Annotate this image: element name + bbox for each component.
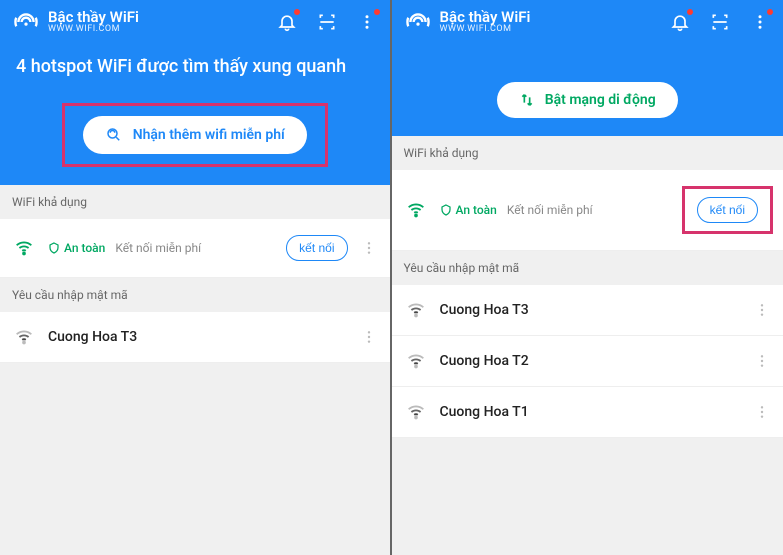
list-item[interactable]: Cuong Hoa T3 [392, 285, 783, 336]
list-item[interactable]: Cuong Hoa T1 [392, 387, 783, 438]
safe-badge: An toàn [440, 203, 497, 217]
cta-highlight: Nhận thêm wifi miễn phí [62, 103, 328, 167]
hero-button-wrap: Nhận thêm wifi miễn phí [12, 103, 378, 167]
connect-highlight: kết nối [682, 186, 773, 234]
header-top: Bậc thầy WiFi WWW.WIFI.COM [404, 8, 772, 36]
wifi-weak-icon [402, 299, 430, 321]
more-dot [374, 9, 380, 15]
wifi-name: Cuong Hoa T2 [440, 353, 742, 369]
section-available: WiFi khả dụng [0, 185, 390, 219]
scan-icon[interactable] [316, 11, 338, 33]
bell-icon[interactable] [669, 11, 691, 33]
app-header: Bậc thầy WiFi WWW.WIFI.COM 4 hotspot WiF… [0, 0, 390, 185]
more-icon[interactable] [749, 11, 771, 33]
section-needpw: Yêu cầu nhập mật mã [0, 278, 390, 312]
wifi-name: Cuong Hoa T3 [440, 302, 742, 318]
wifi-info: An toàn Kết nối miễn phí [440, 203, 672, 217]
more-dot [767, 9, 773, 15]
wifi-logo-icon [12, 8, 40, 36]
app-title: Bậc thầy WiFi [48, 9, 268, 26]
row-more-icon[interactable] [751, 353, 773, 369]
empty-space [0, 363, 390, 555]
search-wifi-icon [105, 126, 123, 144]
wifi-signal-icon [402, 199, 430, 221]
screenshot-left: Bậc thầy WiFi WWW.WIFI.COM 4 hotspot WiF… [0, 0, 392, 555]
app-subtitle: WWW.WIFI.COM [440, 25, 662, 35]
header-top: Bậc thầy WiFi WWW.WIFI.COM [12, 8, 378, 36]
available-wifi-row[interactable]: An toàn Kết nối miễn phí kết nối [0, 219, 390, 278]
more-icon[interactable] [356, 11, 378, 33]
get-free-wifi-button[interactable]: Nhận thêm wifi miễn phí [83, 116, 307, 154]
header-actions [276, 11, 378, 33]
wifi-weak-icon [402, 401, 430, 423]
wifi-logo-icon [404, 8, 432, 36]
wifi-info: An toàn Kết nối miễn phí [48, 241, 276, 255]
safe-badge: An toàn [48, 241, 105, 255]
wifi-name: Cuong Hoa T3 [48, 329, 348, 345]
section-needpw: Yêu cầu nhập mật mã [392, 251, 783, 285]
cta-label: Nhận thêm wifi miễn phí [133, 127, 285, 143]
notification-dot [687, 9, 693, 15]
app-header: Bậc thầy WiFi WWW.WIFI.COM [392, 0, 783, 136]
wifi-name: Cuong Hoa T1 [440, 404, 742, 420]
screenshot-right: Bậc thầy WiFi WWW.WIFI.COM [392, 0, 783, 555]
row-more-icon[interactable] [358, 240, 380, 256]
connect-button[interactable]: kết nối [697, 197, 758, 223]
app-title: Bậc thầy WiFi [440, 9, 662, 26]
app-title-block: Bậc thầy WiFi WWW.WIFI.COM [48, 9, 268, 35]
row-more-icon[interactable] [751, 404, 773, 420]
enable-mobile-data-button[interactable]: Bật mạng di động [497, 82, 678, 118]
scan-icon[interactable] [709, 11, 731, 33]
available-wifi-row[interactable]: An toàn Kết nối miễn phí kết nối [392, 170, 783, 251]
empty-space [392, 438, 783, 555]
notification-dot [294, 9, 300, 15]
row-more-icon[interactable] [751, 302, 773, 318]
free-connect-label: Kết nối miễn phí [115, 241, 201, 255]
bell-icon[interactable] [276, 11, 298, 33]
cta-label: Bật mạng di động [545, 92, 656, 108]
free-connect-label: Kết nối miễn phí [507, 203, 593, 217]
hero-button-wrap: Bật mạng di động [404, 82, 772, 118]
wifi-weak-icon [402, 350, 430, 372]
section-available: WiFi khả dụng [392, 136, 783, 170]
wifi-signal-icon [10, 237, 38, 259]
updown-icon [519, 92, 535, 108]
list-item[interactable]: Cuong Hoa T3 [0, 312, 390, 363]
app-title-block: Bậc thầy WiFi WWW.WIFI.COM [440, 9, 662, 35]
header-actions [669, 11, 771, 33]
hero-text: 4 hotspot WiFi được tìm thấy xung quanh [16, 56, 374, 77]
app-subtitle: WWW.WIFI.COM [48, 25, 268, 35]
list-item[interactable]: Cuong Hoa T2 [392, 336, 783, 387]
wifi-weak-icon [10, 326, 38, 348]
row-more-icon[interactable] [358, 329, 380, 345]
connect-button[interactable]: kết nối [286, 235, 347, 261]
